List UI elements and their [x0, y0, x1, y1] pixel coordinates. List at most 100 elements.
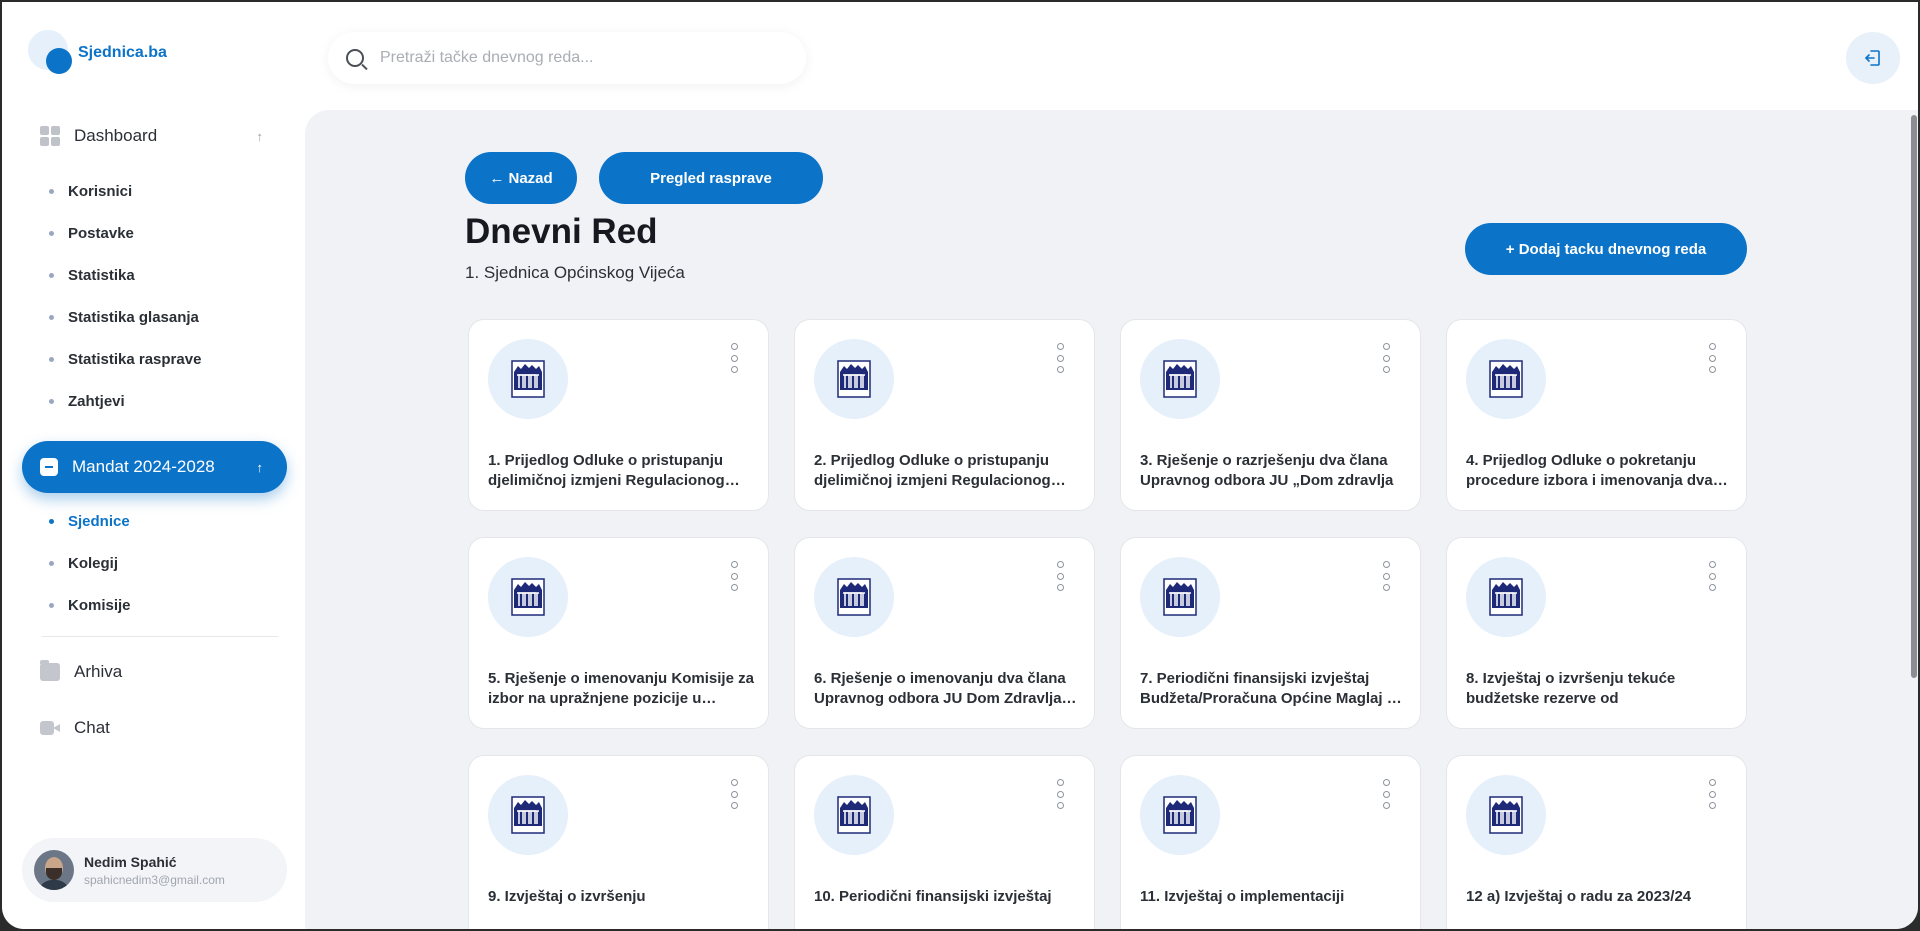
maglaj-emblem-icon: [1489, 796, 1523, 834]
emblem-badge: [814, 775, 894, 855]
more-options-icon[interactable]: [1055, 343, 1065, 373]
user-profile[interactable]: Nedim Spahić spahicnedim3@gmail.com: [22, 838, 287, 902]
agenda-item-title[interactable]: 4. Prijedlog Odluke o pokretanju procedu…: [1466, 451, 1734, 491]
agenda-item-title[interactable]: 8. Izvještaj o izvršenju tekuće budžetsk…: [1466, 669, 1734, 709]
agenda-item-card[interactable]: 6. Rješenje o imenovanju dva člana Uprav…: [794, 537, 1095, 729]
agenda-item-title[interactable]: 11. Izvještaj o implementaciji: [1140, 887, 1408, 907]
more-options-icon[interactable]: [1381, 343, 1391, 373]
agenda-item-title[interactable]: 6. Rješenje o imenovanju dva člana Uprav…: [814, 669, 1082, 709]
agenda-item-card[interactable]: 3. Rješenje o razrješenju dva člana Upra…: [1120, 319, 1421, 511]
sidebar-item-korisnici[interactable]: Korisnici: [49, 181, 132, 201]
emblem-badge: [488, 775, 568, 855]
more-options-icon[interactable]: [729, 779, 739, 809]
search-icon: [346, 49, 364, 67]
search-bar[interactable]: [328, 32, 806, 84]
user-email: spahicnedim3@gmail.com: [84, 872, 225, 887]
agenda-item-card[interactable]: 12 a) Izvještaj o radu za 2023/24: [1446, 755, 1747, 929]
emblem-badge: [488, 557, 568, 637]
more-options-icon[interactable]: [1707, 343, 1717, 373]
back-button[interactable]: ← Nazad: [465, 152, 577, 204]
logo-icon: [28, 30, 74, 76]
maglaj-emblem-icon: [837, 796, 871, 834]
more-options-icon[interactable]: [729, 343, 739, 373]
emblem-badge: [814, 339, 894, 419]
maglaj-emblem-icon: [1163, 796, 1197, 834]
nav-mandate[interactable]: Mandat 2024-2028 ↑: [22, 441, 287, 493]
emblem-badge: [1140, 557, 1220, 637]
sidebar-item-zahtjevi[interactable]: Zahtjevi: [49, 391, 125, 411]
scrollbar[interactable]: [1911, 110, 1917, 929]
sidebar-divider: [42, 636, 278, 637]
folder-icon: [40, 458, 58, 476]
more-options-icon[interactable]: [1055, 561, 1065, 591]
arrow-up-icon[interactable]: ↑: [257, 129, 264, 144]
agenda-item-card[interactable]: 5. Rješenje o imenovanju Komisije za izb…: [468, 537, 769, 729]
agenda-item-card[interactable]: 9. Izvještaj o izvršenju: [468, 755, 769, 929]
sidebar-item-postavke[interactable]: Postavke: [49, 223, 134, 243]
emblem-badge: [1140, 339, 1220, 419]
emblem-badge: [1466, 557, 1546, 637]
agenda-item-title[interactable]: 7. Periodični finansijski izvještaj Budž…: [1140, 669, 1408, 709]
more-options-icon[interactable]: [1055, 779, 1065, 809]
logout-button[interactable]: [1846, 32, 1900, 84]
agenda-item-card[interactable]: 10. Periodični finansijski izvještaj: [794, 755, 1095, 929]
agenda-item-card[interactable]: 2. Prijedlog Odluke o pristupanju djelim…: [794, 319, 1095, 511]
sidebar-item-statistika[interactable]: Statistika: [49, 265, 135, 285]
search-input[interactable]: [380, 49, 780, 67]
more-options-icon[interactable]: [1707, 779, 1717, 809]
agenda-item-card[interactable]: 11. Izvještaj o implementaciji: [1120, 755, 1421, 929]
emblem-badge: [1466, 339, 1546, 419]
page-subtitle: 1. Sjednica Općinskog Vijeća: [465, 263, 685, 282]
nav-mandate-label: Mandat 2024-2028: [72, 457, 215, 476]
more-options-icon[interactable]: [1381, 779, 1391, 809]
agenda-item-title[interactable]: 9. Izvještaj o izvršenju: [488, 887, 756, 907]
logout-icon: [1865, 50, 1880, 66]
sidebar-item-komisije[interactable]: Komisije: [49, 595, 131, 615]
agenda-item-title[interactable]: 1. Prijedlog Odluke o pristupanju djelim…: [488, 451, 756, 491]
user-name: Nedim Spahić: [84, 853, 177, 870]
agenda-item-card[interactable]: 7. Periodični finansijski izvještaj Budž…: [1120, 537, 1421, 729]
maglaj-emblem-icon: [511, 578, 545, 616]
more-options-icon[interactable]: [729, 561, 739, 591]
app-logo[interactable]: Sjednica.ba: [28, 30, 167, 76]
maglaj-emblem-icon: [837, 360, 871, 398]
arrow-up-icon[interactable]: ↑: [257, 460, 264, 475]
agenda-item-title[interactable]: 3. Rješenje o razrješenju dva člana Upra…: [1140, 451, 1408, 491]
add-agenda-item-button[interactable]: + Dodaj tacku dnevnog reda: [1465, 223, 1747, 275]
app-window: Sjednica.ba Dashboard ↑ Korisnici Postav…: [2, 2, 1918, 929]
page-title: Dnevni Red: [465, 212, 658, 251]
nav-archive[interactable]: Arhiva: [22, 646, 287, 698]
maglaj-emblem-icon: [511, 360, 545, 398]
more-options-icon[interactable]: [1381, 561, 1391, 591]
maglaj-emblem-icon: [1489, 360, 1523, 398]
app-name: Sjednica.ba: [78, 44, 167, 61]
maglaj-emblem-icon: [1163, 360, 1197, 398]
agenda-item-title[interactable]: 5. Rješenje o imenovanju Komisije za izb…: [488, 669, 756, 709]
review-discussion-button[interactable]: Pregled rasprave: [599, 152, 823, 204]
sidebar-item-sjednice[interactable]: Sjednice: [49, 511, 130, 531]
nav-dashboard-label: Dashboard: [74, 126, 158, 145]
emblem-badge: [1466, 775, 1546, 855]
agenda-item-card[interactable]: 1. Prijedlog Odluke o pristupanju djelim…: [468, 319, 769, 511]
more-options-icon[interactable]: [1707, 561, 1717, 591]
agenda-item-title[interactable]: 10. Periodični finansijski izvještaj: [814, 887, 1082, 907]
sidebar: Sjednica.ba Dashboard ↑ Korisnici Postav…: [2, 2, 305, 929]
agenda-item-title[interactable]: 2. Prijedlog Odluke o pristupanju djelim…: [814, 451, 1082, 491]
nav-chat[interactable]: Chat: [22, 702, 287, 754]
sidebar-item-statistika-rasprave[interactable]: Statistika rasprave: [49, 349, 201, 369]
agenda-item-title[interactable]: 12 a) Izvještaj o radu za 2023/24: [1466, 887, 1734, 907]
agenda-item-card[interactable]: 8. Izvještaj o izvršenju tekuće budžetsk…: [1446, 537, 1747, 729]
nav-dashboard[interactable]: Dashboard ↑: [22, 110, 287, 162]
sidebar-item-kolegij[interactable]: Kolegij: [49, 553, 118, 573]
emblem-badge: [488, 339, 568, 419]
maglaj-emblem-icon: [511, 796, 545, 834]
avatar: [34, 850, 74, 890]
nav-chat-label: Chat: [74, 718, 110, 737]
grid-icon: [40, 126, 60, 146]
maglaj-emblem-icon: [837, 578, 871, 616]
maglaj-emblem-icon: [1163, 578, 1197, 616]
video-icon: [40, 720, 60, 736]
sidebar-item-statistika-glasanja[interactable]: Statistika glasanja: [49, 307, 199, 327]
scrollbar-thumb[interactable]: [1911, 115, 1917, 678]
agenda-item-card[interactable]: 4. Prijedlog Odluke o pokretanju procedu…: [1446, 319, 1747, 511]
